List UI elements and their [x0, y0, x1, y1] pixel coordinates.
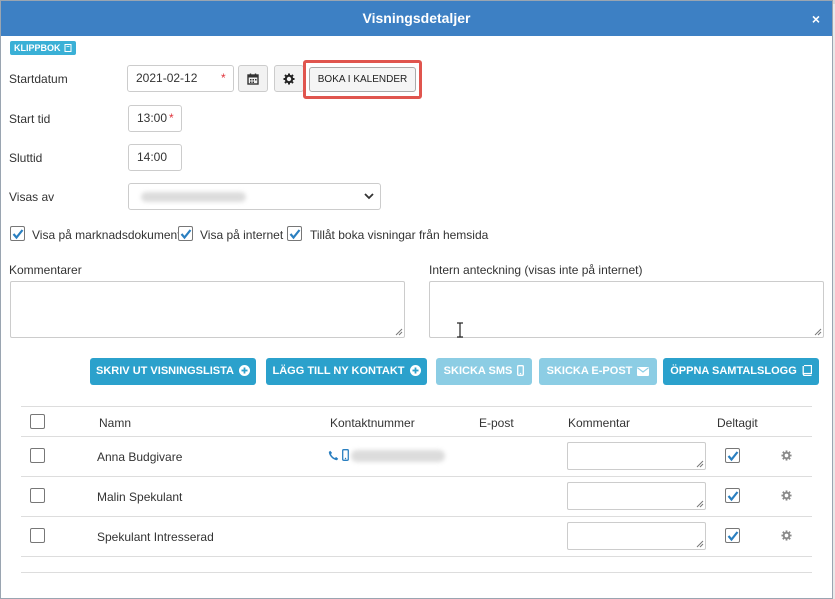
phone-icon[interactable]: [328, 450, 339, 461]
visas-av-select[interactable]: [128, 183, 381, 210]
calendar-button[interactable]: [238, 65, 268, 92]
send-sms-label: SKICKA SMS: [443, 365, 513, 377]
calendar-icon: [247, 73, 259, 85]
contact-name: Malin Spekulant: [97, 490, 183, 504]
comments-textarea[interactable]: [10, 281, 405, 338]
gear-icon: [283, 73, 295, 84]
row-select-checkbox[interactable]: [30, 528, 45, 543]
attended-checkbox[interactable]: [725, 488, 740, 503]
plus-circle-icon: [238, 365, 250, 376]
resize-grip-icon[interactable]: [696, 540, 704, 548]
text-cursor-icon: [457, 322, 463, 338]
resize-grip-icon[interactable]: [696, 460, 704, 468]
column-header-email: E-post: [479, 416, 514, 430]
gear-icon[interactable]: [781, 450, 792, 461]
open-call-log-button[interactable]: ÖPPNA SAMTALSLOGG: [663, 358, 819, 385]
divider: [21, 572, 812, 573]
row-select-checkbox[interactable]: [30, 488, 45, 503]
check-icon: [727, 451, 739, 462]
redacted-phone-number: [351, 450, 445, 462]
send-sms-button[interactable]: SKICKA SMS: [436, 358, 532, 385]
resize-grip-icon[interactable]: [395, 328, 403, 336]
table-row: Malin Spekulant: [21, 477, 812, 517]
redacted-value: [141, 192, 246, 202]
startdatum-value: 2021-02-12: [136, 71, 198, 85]
envelope-icon: [637, 367, 650, 376]
table-row: Spekulant Intresserad: [21, 517, 812, 557]
check-icon: [180, 229, 192, 240]
row-select-checkbox[interactable]: [30, 448, 45, 463]
checkbox-allow-booking[interactable]: [287, 226, 302, 241]
chevron-down-icon: [364, 193, 374, 200]
checkbox-market-docs-label: Visa på marknadsdokument: [32, 228, 181, 242]
plus-circle-icon: [409, 365, 421, 376]
startdatum-label: Startdatum: [9, 72, 68, 86]
required-mark: *: [221, 71, 226, 85]
gear-icon[interactable]: [781, 530, 792, 541]
checkbox-allow-booking-label: Tillåt boka visningar från hemsida: [310, 228, 489, 242]
mobile-phone-icon[interactable]: [342, 449, 349, 461]
gear-icon[interactable]: [781, 490, 792, 501]
select-all-checkbox[interactable]: [30, 414, 45, 429]
check-icon: [727, 491, 739, 502]
settings-button[interactable]: [274, 65, 304, 92]
print-list-label: SKRIV UT VISNINGSLISTA: [96, 365, 234, 377]
scrollbar[interactable]: [824, 36, 832, 106]
internal-note-textarea[interactable]: [429, 281, 824, 338]
open-call-log-label: ÖPPNA SAMTALSLOGG: [670, 365, 797, 377]
send-email-label: SKICKA E-POST: [546, 365, 633, 377]
clipboard-label: KLIPPBOK: [14, 43, 61, 53]
print-list-button[interactable]: SKRIV UT VISNINGSLISTA: [90, 358, 256, 385]
resize-grip-icon[interactable]: [696, 500, 704, 508]
sluttid-label: Sluttid: [9, 151, 43, 165]
row-comment-textarea[interactable]: [567, 442, 706, 470]
checkbox-market-docs[interactable]: [10, 226, 25, 241]
column-header-phone: Kontaktnummer: [330, 416, 415, 430]
check-icon: [289, 229, 301, 240]
attended-checkbox[interactable]: [725, 528, 740, 543]
book-in-calendar-button[interactable]: BOKA I KALENDER: [309, 67, 416, 92]
mobile-phone-icon: [517, 365, 525, 376]
send-email-button[interactable]: SKICKA E-POST: [539, 358, 657, 385]
start-tid-label: Start tid: [9, 112, 51, 126]
contact-name: Spekulant Intresserad: [97, 530, 214, 544]
startdatum-input[interactable]: 2021-02-12: [127, 65, 234, 92]
column-header-attended: Deltagit: [717, 416, 758, 430]
modal-title: Visningsdetaljer: [362, 10, 471, 26]
table-row: Anna Budgivare: [21, 437, 812, 477]
book-icon: [802, 365, 812, 376]
attendees-table: Namn Kontaktnummer E-post Kommentar Delt…: [21, 406, 812, 557]
check-icon: [12, 229, 24, 240]
close-button[interactable]: ×: [812, 11, 820, 27]
checkbox-internet-label: Visa på internet: [200, 228, 284, 242]
clipboard-badge[interactable]: KLIPPBOK: [10, 41, 77, 55]
book-icon: [64, 44, 72, 52]
sluttid-value: 14:00: [137, 150, 168, 164]
check-icon: [727, 531, 739, 542]
column-header-name: Namn: [99, 416, 132, 430]
required-mark: *: [169, 111, 174, 125]
visas-av-label: Visas av: [9, 190, 55, 204]
showing-details-modal: Visningsdetaljer × KLIPPBOK Startdatum 2…: [0, 0, 833, 599]
column-header-comment: Kommentar: [568, 416, 631, 430]
checkbox-internet[interactable]: [178, 226, 193, 241]
resize-grip-icon[interactable]: [814, 328, 822, 336]
start-tid-value: 13:00: [137, 111, 168, 125]
table-header: Namn Kontaktnummer E-post Kommentar Delt…: [21, 406, 812, 437]
sluttid-input[interactable]: 14:00: [128, 144, 182, 171]
row-comment-textarea[interactable]: [567, 482, 706, 510]
contact-name: Anna Budgivare: [97, 450, 183, 464]
add-contact-label: LÄGG TILL NY KONTAKT: [272, 365, 405, 377]
comments-label: Kommentarer: [9, 263, 82, 277]
internal-note-label: Intern anteckning (visas inte på interne…: [429, 263, 643, 277]
add-contact-button[interactable]: LÄGG TILL NY KONTAKT: [266, 358, 427, 385]
row-comment-textarea[interactable]: [567, 522, 706, 550]
modal-header: Visningsdetaljer ×: [1, 1, 832, 36]
attended-checkbox[interactable]: [725, 448, 740, 463]
